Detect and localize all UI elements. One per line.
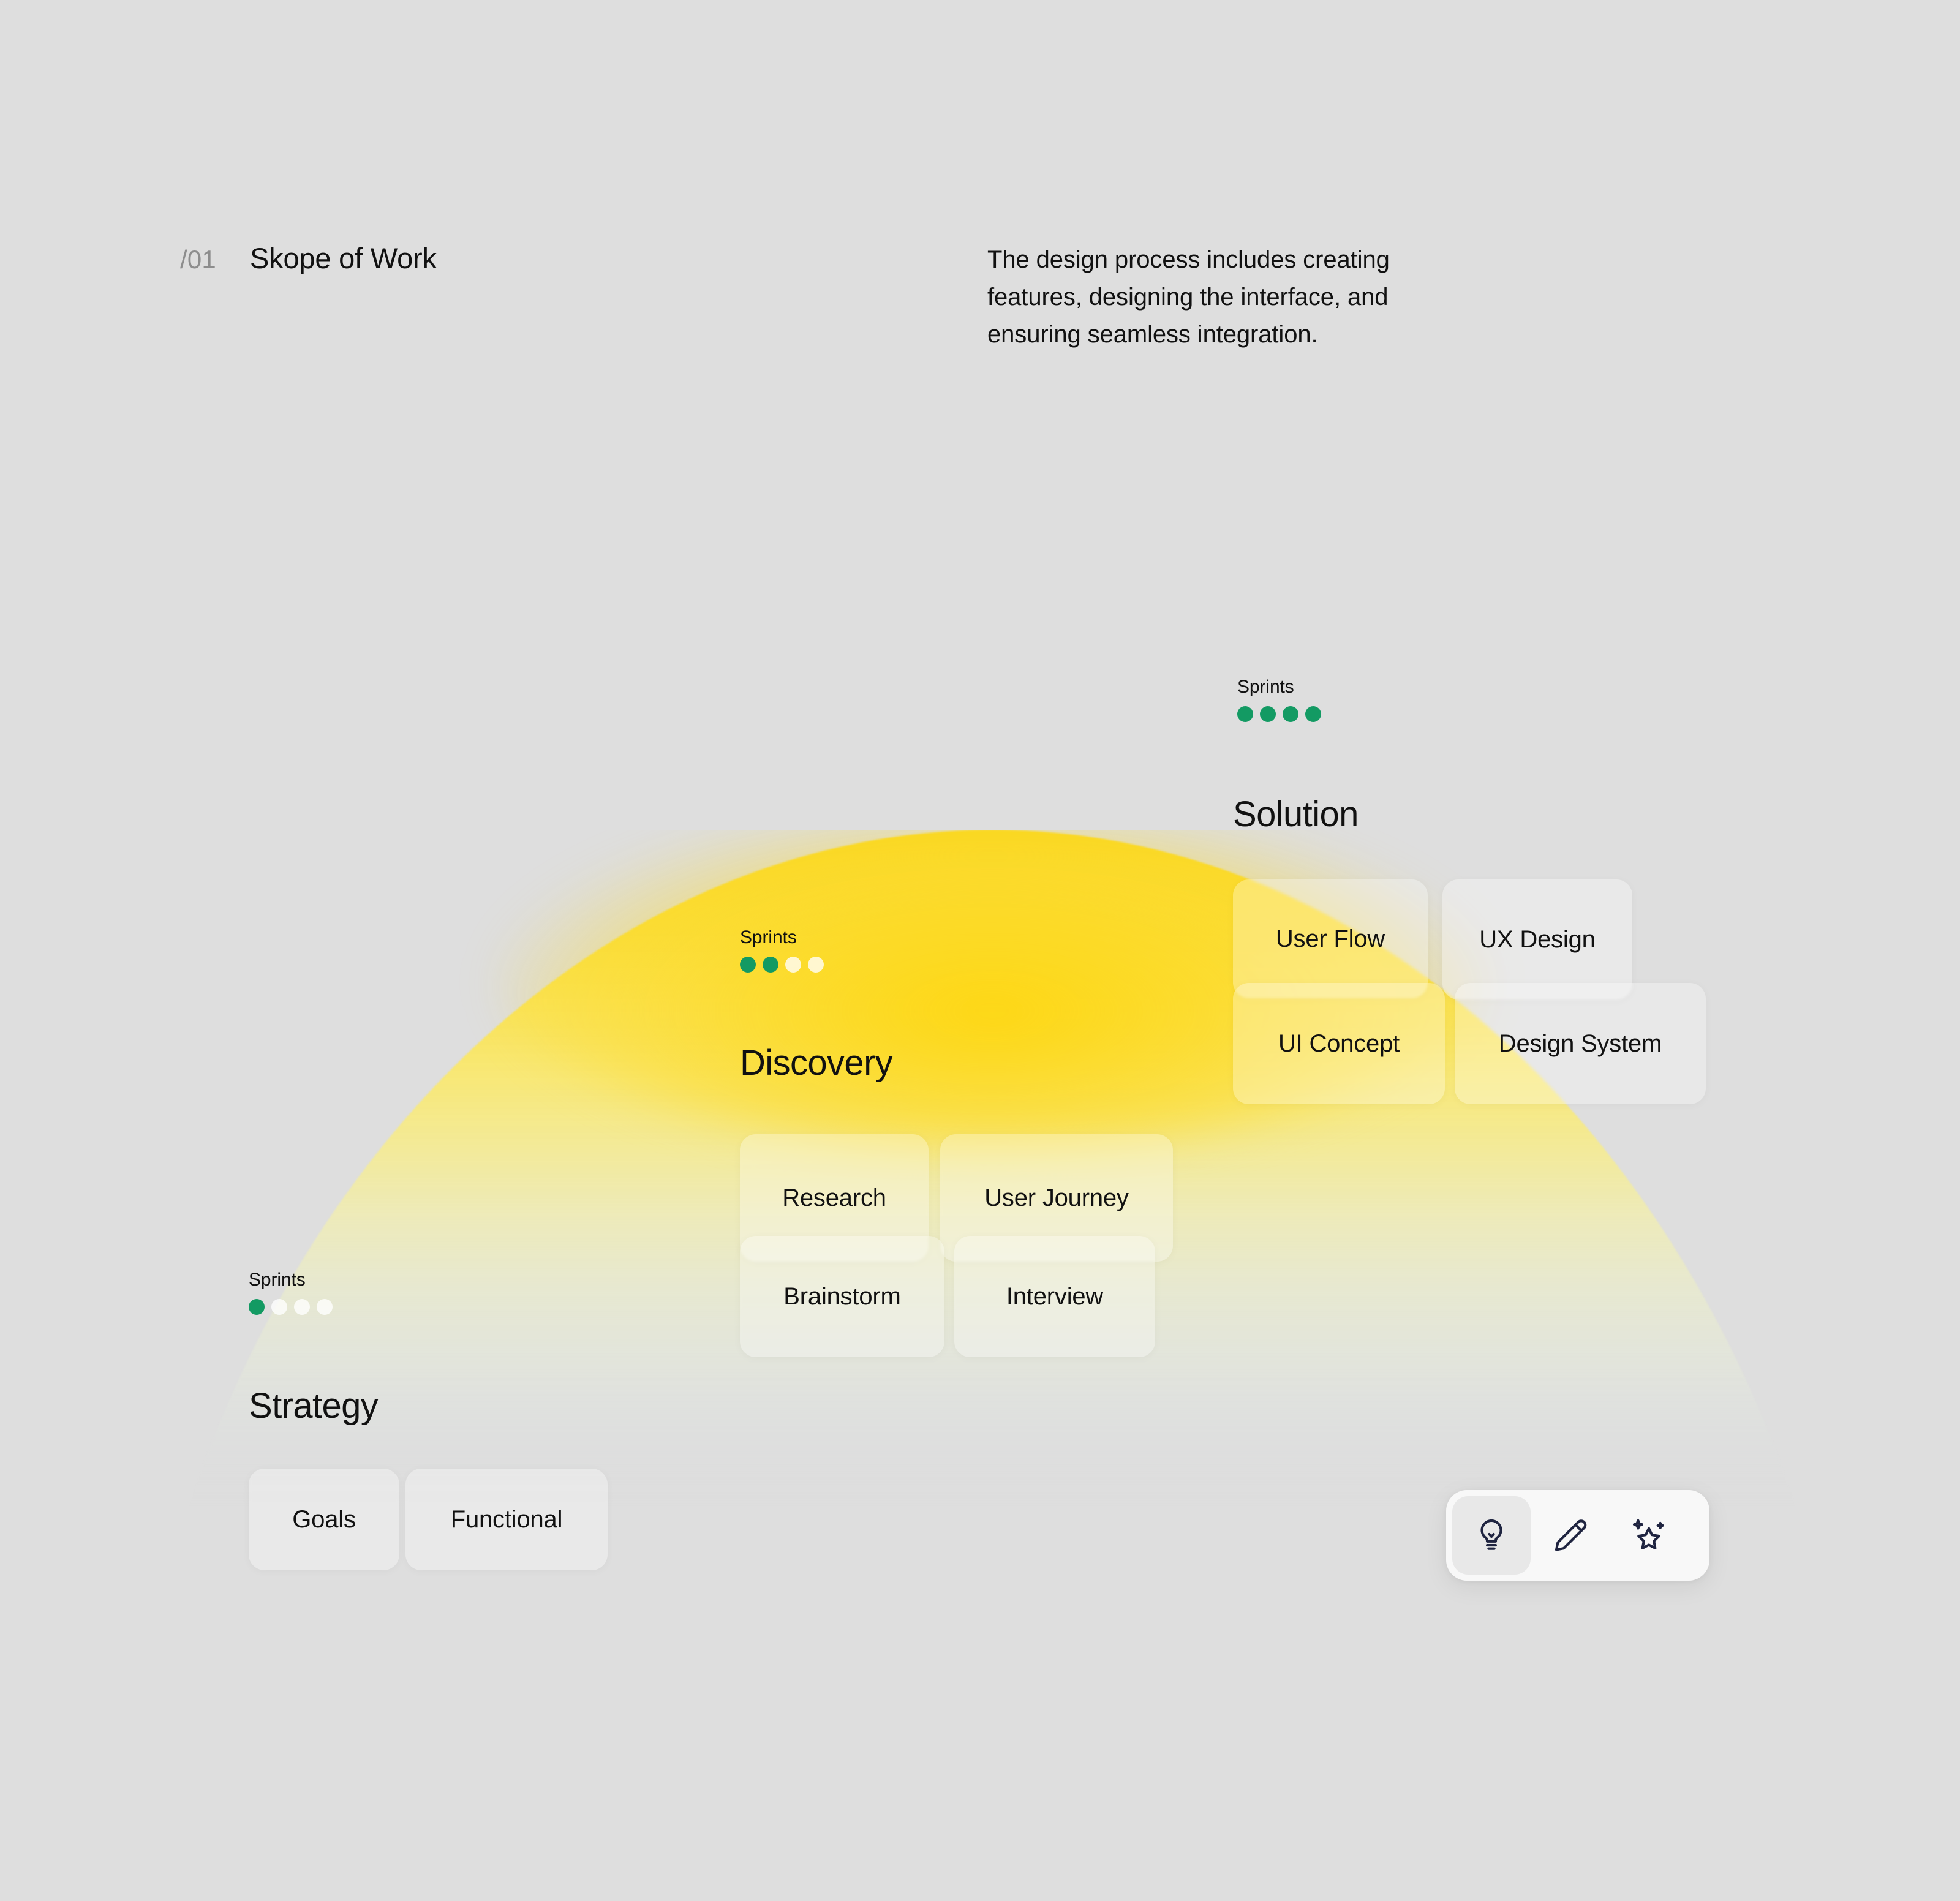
lightbulb-icon — [1472, 1516, 1510, 1554]
sprints-label: Sprints — [1237, 677, 1294, 697]
task-card-user-flow[interactable]: User Flow — [1233, 879, 1428, 998]
magic-tool-button[interactable] — [1609, 1496, 1687, 1575]
section-title-solution: Solution — [1233, 794, 1359, 834]
canvas: /01 Skope of Work The design process inc… — [0, 0, 1960, 1901]
sprint-dot — [763, 957, 778, 973]
pencil-icon — [1551, 1516, 1589, 1554]
floating-toolbar — [1446, 1490, 1709, 1581]
task-card-goals[interactable]: Goals — [249, 1469, 399, 1570]
page-header: /01 Skope of Work The design process inc… — [0, 0, 1960, 367]
sprint-dot — [1260, 706, 1276, 722]
sprints-indicator-solution: Sprints — [1237, 677, 1321, 722]
sprints-dots — [740, 957, 824, 973]
sprint-dot — [740, 957, 756, 973]
sprint-dot — [1305, 706, 1321, 722]
magic-star-icon — [1629, 1516, 1667, 1554]
task-card-ui-concept[interactable]: UI Concept — [1233, 983, 1445, 1104]
sprints-dots — [1237, 706, 1321, 722]
sprints-indicator-discovery: Sprints — [740, 927, 824, 973]
task-card-functional[interactable]: Functional — [405, 1469, 608, 1570]
section-title-strategy: Strategy — [249, 1386, 379, 1426]
sprint-dot — [294, 1299, 310, 1315]
idea-tool-button[interactable] — [1452, 1496, 1531, 1575]
sprint-dot — [271, 1299, 287, 1315]
section-title-discovery: Discovery — [740, 1043, 893, 1083]
section-number: /01 — [180, 245, 216, 274]
task-card-interview[interactable]: Interview — [954, 1236, 1155, 1357]
page-title: Skope of Work — [250, 242, 437, 274]
edit-tool-button[interactable] — [1531, 1496, 1609, 1575]
sprint-dot — [1237, 706, 1253, 722]
sprints-dots — [249, 1299, 333, 1315]
sprints-indicator-strategy: Sprints — [249, 1270, 333, 1315]
intro-paragraph: The design process includes creating fea… — [987, 246, 1390, 348]
sprints-label: Sprints — [249, 1270, 306, 1290]
sprint-dot — [1283, 706, 1298, 722]
sprint-dot — [249, 1299, 265, 1315]
task-card-ux-design[interactable]: UX Design — [1442, 879, 1632, 999]
sprint-dot — [808, 957, 824, 973]
sprint-dot — [785, 957, 801, 973]
sprints-label: Sprints — [740, 927, 797, 947]
task-card-design-system[interactable]: Design System — [1455, 983, 1706, 1104]
task-card-brainstorm[interactable]: Brainstorm — [740, 1236, 944, 1357]
sprint-dot — [317, 1299, 333, 1315]
